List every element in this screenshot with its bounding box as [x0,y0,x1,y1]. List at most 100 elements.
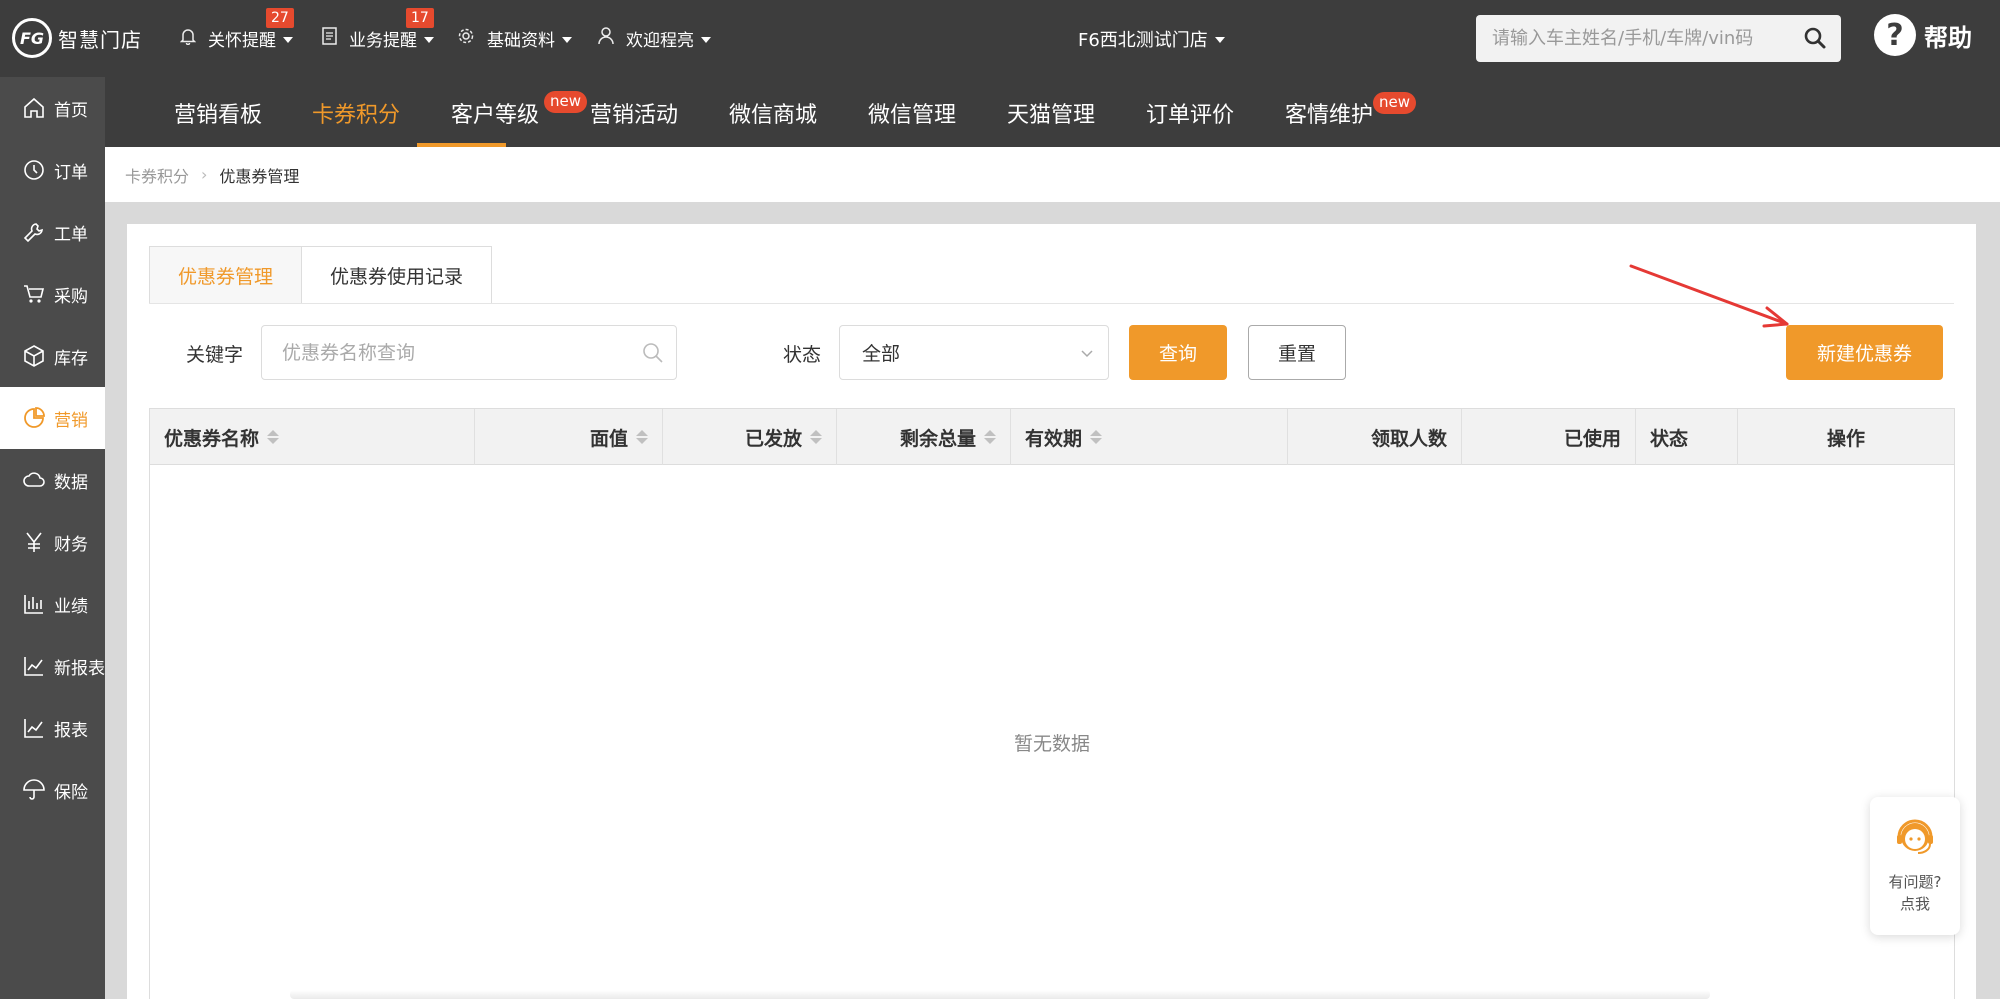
user-icon [598,27,614,50]
column-label: 领取人数 [1370,427,1447,450]
column-label: 已使用 [1563,427,1621,450]
sidebar-item[interactable]: 报表 [0,697,105,759]
tab-customer-level[interactable]: 客户等级 [451,97,539,129]
column-header-remaining[interactable]: 剩余总量 [837,409,1011,465]
reset-button[interactable]: 重置 [1248,325,1346,380]
sort-icon[interactable] [636,430,648,444]
keyword-input[interactable] [262,341,622,364]
keyword-field [261,325,677,380]
sidebar-item[interactable]: 新报表 [0,635,105,697]
cloud-icon [23,472,45,487]
document-icon [322,27,337,50]
pie-icon [24,407,45,428]
tab-coupon-usage-records[interactable]: 优惠券使用记录 [302,246,493,303]
table-header: 优惠券名称 面值 已发放 剩余总量 有效期 领取人数 已使用 状态 操作 [150,409,1954,465]
gear-icon [457,27,475,50]
column-header-name[interactable]: 优惠券名称 [150,409,475,465]
sidebar-item-label: 工单 [54,224,88,245]
column-label: 面值 [589,427,628,450]
business-reminder-label: 业务提醒 [349,31,417,51]
status-label: 状态 [783,344,822,366]
chevron-down-icon [1081,350,1093,358]
status-select[interactable]: 全部 [839,325,1109,380]
sidebar-item[interactable]: 采购 [0,263,105,325]
scroll-shadow [290,990,1710,999]
chevron-down-icon [283,36,293,43]
customer-service-icon [1897,819,1933,854]
keyword-label: 关键字 [186,344,244,366]
sidebar-item[interactable]: 财务 [0,511,105,573]
base-data-menu[interactable]: 基础资料 [457,26,572,51]
column-header-face-value[interactable]: 面值 [475,409,663,465]
arrow-annotation-icon [1629,264,1789,328]
column-label: 优惠券名称 [164,427,260,450]
store-selector[interactable]: F6西北测试门店 [1078,26,1225,52]
tab-marketing-board[interactable]: 营销看板 [174,97,262,129]
sidebar-item-label: 财务 [54,534,88,555]
chevron-down-icon [1214,37,1225,43]
sidebar: 首页订单工单采购库存营销数据财务业绩 新报表报表保险 [0,77,105,999]
new-badge: new [544,91,588,113]
column-label: 有效期 [1025,427,1083,450]
sidebar-item[interactable]: 订单 [0,139,105,201]
query-button[interactable]: 查询 [1129,325,1227,380]
help-label: 帮助 [1924,23,1972,52]
sidebar-item-label: 营销 [54,410,88,431]
column-header-status: 状态 [1636,409,1738,465]
column-header-actions: 操作 [1738,409,1954,465]
status-value: 全部 [862,343,901,365]
care-reminder-menu[interactable]: 关怀提醒 27 [179,8,294,51]
sidebar-item-label: 采购 [54,286,88,307]
column-header-validity[interactable]: 有效期 [1011,409,1288,465]
support-widget[interactable]: 有问题? 点我 [1870,797,1960,935]
column-label: 状态 [1650,427,1689,450]
global-search-input[interactable] [1476,28,1786,49]
module-nav: 营销看板 卡券积分 客户等级 new 营销活动 微信商城 微信管理 天猫管理 订… [105,77,2000,147]
store-label: F6西北测试门店 [1078,30,1208,51]
tab-wechat-management[interactable]: 微信管理 [868,97,956,129]
sort-icon[interactable] [810,430,822,444]
tab-coupon-management[interactable]: 优惠券管理 [149,246,303,303]
column-label: 已发放 [744,427,802,450]
tab-tmall-management[interactable]: 天猫管理 [1007,97,1095,129]
tab-coupons-points[interactable]: 卡券积分 [312,97,400,129]
sidebar-item[interactable]: 首页 [0,77,105,139]
business-reminder-count: 17 [406,8,434,28]
sidebar-item[interactable]: 营销 [0,387,105,449]
sidebar-item-label: 首页 [54,100,88,121]
logo[interactable]: FG 智慧门店 [12,18,142,58]
tab-marketing-activity[interactable]: 营销活动 [590,97,678,129]
column-label: 操作 [1826,427,1865,450]
new-coupon-button[interactable]: 新建优惠券 [1786,325,1943,380]
content-panel: 优惠券管理 优惠券使用记录 关键字 状态 全部 查询 重置 新建优惠券 优惠券名… [127,224,1976,999]
tab-order-review[interactable]: 订单评价 [1146,97,1234,129]
umbrella-icon [23,779,45,800]
sidebar-item-label: 报表 [54,720,88,741]
business-reminder-menu[interactable]: 业务提醒 17 [322,8,434,51]
column-header-receivers: 领取人数 [1288,409,1462,465]
sort-icon[interactable] [984,430,996,444]
user-menu[interactable]: 欢迎程亮 [598,26,711,51]
top-bar: FG 智慧门店 关怀提醒 27 业务提醒 17 基础资料 欢迎程亮 F6西北测试… [0,0,2000,77]
logo-icon: FG [12,18,52,58]
tab-customer-care[interactable]: 客情维护 [1285,97,1373,129]
sidebar-item[interactable]: 工单 [0,201,105,263]
sort-icon[interactable] [267,430,280,444]
breadcrumb-parent[interactable]: 卡券积分 [125,163,189,187]
wrench-icon [23,223,43,243]
breadcrumb: 卡券积分 › 优惠券管理 [105,147,2000,202]
sidebar-item[interactable]: 库存 [0,325,105,387]
sort-icon[interactable] [1090,430,1103,444]
tab-wechat-mall[interactable]: 微信商城 [729,97,817,129]
help-button[interactable]: ? 帮助 [1874,14,1972,56]
search-icon[interactable] [1803,26,1827,50]
sidebar-item[interactable]: 业绩 [0,573,105,635]
cart-icon [24,285,45,303]
column-header-issued[interactable]: 已发放 [663,409,837,465]
sidebar-item[interactable]: 保险 [0,759,105,821]
column-label: 剩余总量 [899,427,976,450]
sidebar-item[interactable]: 数据 [0,449,105,511]
support-line-2: 点我 [1899,895,1930,913]
care-reminder-count: 27 [266,8,294,28]
home-icon [24,97,44,118]
